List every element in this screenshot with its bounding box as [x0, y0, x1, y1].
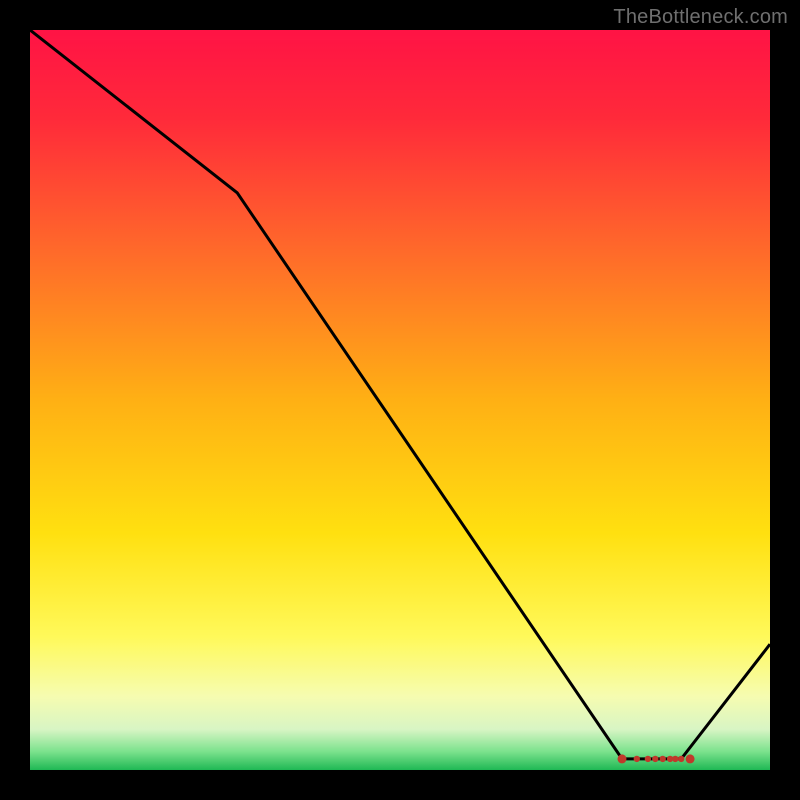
chart-background: [30, 30, 770, 770]
optimal-marker: [645, 756, 651, 762]
chart-frame: TheBottleneck.com: [0, 0, 800, 800]
optimal-marker: [660, 756, 666, 762]
optimal-marker: [678, 756, 684, 762]
chart-svg: [30, 30, 770, 770]
optimal-marker: [672, 756, 678, 762]
optimal-marker: [686, 754, 695, 763]
optimal-marker: [652, 756, 658, 762]
optimal-marker: [618, 754, 627, 763]
watermark-text: TheBottleneck.com: [613, 6, 788, 29]
chart-plot: [30, 30, 770, 770]
optimal-marker: [634, 756, 640, 762]
